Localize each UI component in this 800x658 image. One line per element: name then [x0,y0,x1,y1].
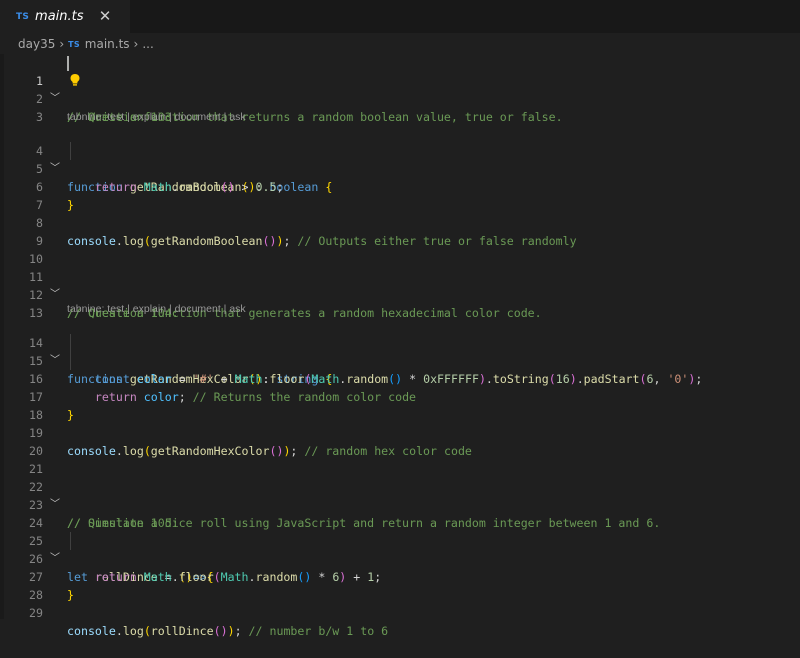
typescript-file-icon: TS [68,39,80,49]
code-line[interactable]: 9 [0,214,800,248]
code-line[interactable]: 17 } [0,370,800,422]
tab-main-ts[interactable]: TS main.ts ✕ [0,0,130,33]
codelens-test[interactable]: test [107,111,124,123]
code-line[interactable]: 10 [0,232,800,266]
code-line[interactable]: 1 ﹀ // Question 103: [0,54,800,124]
code-line[interactable]: 28 [0,568,800,602]
breadcrumb-symbol[interactable]: ... [142,37,153,51]
codelens-test[interactable]: test [107,303,124,315]
chevron-right-icon: › [59,37,65,51]
code-line[interactable]: 20 [0,424,800,458]
chevron-right-icon: › [133,37,139,51]
breadcrumb: day35 › TS main.ts › ... [0,33,800,55]
code-line[interactable]: 24 [0,496,800,530]
codelens-ask[interactable]: ask [229,111,245,123]
indent-guide [70,334,71,370]
code-line[interactable]: 2 // Write a function that returns a ran… [0,72,800,124]
code-line[interactable]: 21 [0,442,800,476]
codelens-explain[interactable]: explain [133,111,166,123]
code-line[interactable]: 29 console.log(rollDince()); // number b… [0,586,800,638]
codelens-explain[interactable]: explain [133,303,166,315]
codelens-document[interactable]: document [175,111,221,123]
code-line[interactable]: 14 ﹀ function getRandomHexColor(): strin… [0,316,800,386]
code-line[interactable]: 12 // Create a function that generates a… [0,268,800,320]
editor-scrollbar[interactable] [794,54,800,619]
code-line[interactable]: 26 return Math.floor(Math.random() * 6) … [0,532,800,584]
breadcrumb-folder[interactable]: day35 [18,37,55,51]
code-line[interactable]: 18 [0,388,800,422]
code-line[interactable]: 27 } [0,550,800,602]
breadcrumb-file[interactable]: main.ts [85,37,130,51]
text-cursor [67,56,69,71]
code-line[interactable]: 3 [0,90,800,124]
close-icon[interactable]: ✕ [96,7,114,25]
code-line[interactable]: 19 console.log(getRandomHexColor()); // … [0,406,800,458]
code-line[interactable]: 6 } [0,160,800,212]
code-line[interactable]: 7 [0,178,800,212]
code-line[interactable]: 22 ﹀ // Question 105: [0,460,800,530]
codelens-document[interactable]: document [175,303,221,315]
code-line[interactable]: 23 // Simulate a dice roll using JavaScr… [0,478,800,530]
indent-guide [70,532,71,550]
code-line[interactable]: 4 ﹀ function getRandomBoolean(): boolean… [0,124,800,194]
lightbulb-icon[interactable] [69,73,81,87]
line-number: 29 [29,606,43,620]
code-line[interactable]: 8 console.log(getRandomBoolean()); // Ou… [0,196,800,248]
code-editor[interactable]: 1 ﹀ // Question 103: 2 // Write a functi… [0,54,800,638]
code-line[interactable]: 25 ﹀ let rollDince = ()=>{ [0,514,800,584]
code-line[interactable]: 11 ﹀ // Question 104: [0,250,800,320]
code-line[interactable]: 5 return Math.random() > 0.5; [0,142,800,194]
codelens-tabnine: tabnine: test | explain | document | ask [67,111,246,123]
typescript-file-icon: TS [16,11,30,22]
code-line[interactable]: 15 const color = '#' + Math.floor(Math.r… [0,334,800,386]
tab-bar: TS main.ts ✕ [0,0,800,33]
code-line[interactable]: 16 return color; // Returns the random c… [0,352,800,404]
codelens-tabnine: tabnine: test | explain | document | ask [67,303,246,315]
tab-label: main.ts [35,9,84,24]
codelens-ask[interactable]: ask [229,303,245,315]
indent-guide [70,142,71,160]
